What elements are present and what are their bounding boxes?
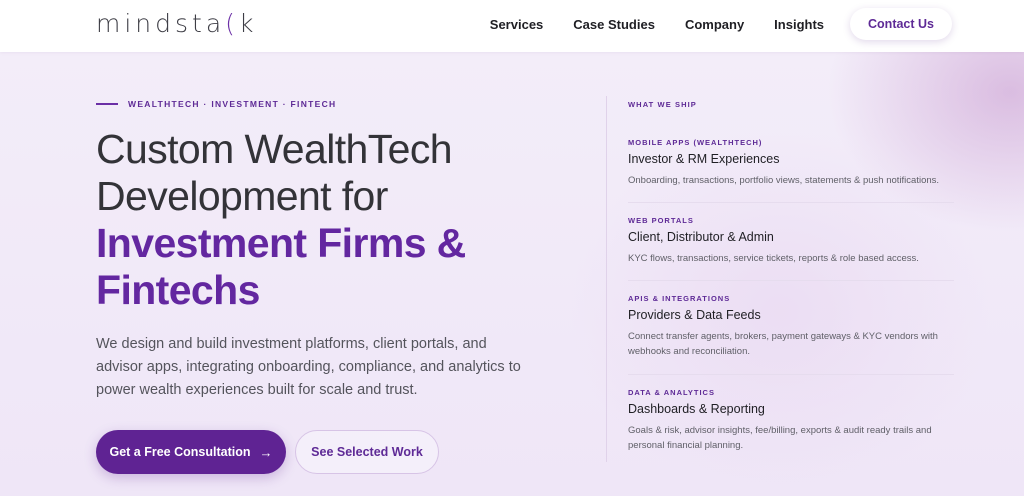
logo-mark: ( xyxy=(225,9,239,38)
arrow-right-icon: → xyxy=(259,444,273,460)
ship-item-data-analytics: DATA & ANALYTICS Dashboards & Reporting … xyxy=(628,388,958,453)
ship-separator xyxy=(628,202,954,203)
ship-description: Connect transfer agents, brokers, paymen… xyxy=(628,331,938,357)
ship-separator xyxy=(628,280,954,281)
what-we-ship-title: WHAT WE SHIP xyxy=(628,100,697,109)
hero-eyebrow: WEALTHTECH · INVESTMENT · FINTECH xyxy=(96,99,336,109)
nav-case-studies[interactable]: Case Studies xyxy=(573,17,655,32)
ship-category: APIS & INTEGRATIONS xyxy=(628,294,731,303)
logo[interactable]: mindsta(k xyxy=(96,9,257,39)
ship-item-web-portals: WEB PORTALS Client, Distributor & Admin … xyxy=(628,216,958,266)
logo-text: mindsta xyxy=(96,9,226,38)
nav-services[interactable]: Services xyxy=(490,17,544,32)
selected-work-button[interactable]: See Selected Work xyxy=(295,430,439,474)
nav-company[interactable]: Company xyxy=(685,17,744,32)
eyebrow-line xyxy=(96,103,118,105)
headline-accent-2: Fintechs xyxy=(96,267,260,313)
eyebrow-text: WEALTHTECH · INVESTMENT · FINTECH xyxy=(128,99,337,109)
free-consultation-label: Get a Free Consultation xyxy=(109,445,251,459)
ship-separator xyxy=(628,374,954,375)
ship-heading: Investor & RM Experiences xyxy=(628,152,780,166)
site-header: mindsta(k Services Case Studies Company … xyxy=(0,0,1024,52)
headline-line-2: Development for xyxy=(96,173,388,219)
ship-heading: Dashboards & Reporting xyxy=(628,402,765,416)
ship-category: MOBILE APPS (WEALTHTECH) xyxy=(628,138,763,147)
ship-heading: Providers & Data Feeds xyxy=(628,308,761,322)
logo-text-end: k xyxy=(238,9,258,38)
column-divider xyxy=(606,96,607,462)
ship-description: KYC flows, transactions, service tickets… xyxy=(628,253,919,264)
ship-description: Goals & risk, advisor insights, fee/bill… xyxy=(628,425,932,451)
ship-category: DATA & ANALYTICS xyxy=(628,388,715,397)
headline-line-1: Custom WealthTech xyxy=(96,126,453,172)
nav-insights[interactable]: Insights xyxy=(774,17,824,32)
ship-heading: Client, Distributor & Admin xyxy=(628,230,774,244)
hero-headline: Custom WealthTech Development for Invest… xyxy=(96,126,536,314)
free-consultation-button[interactable]: Get a Free Consultation → xyxy=(96,430,286,474)
ship-item-apis: APIS & INTEGRATIONS Providers & Data Fee… xyxy=(628,294,958,359)
main-nav: Services Case Studies Company Insights C… xyxy=(490,8,952,40)
headline-accent-1: Investment Firms & xyxy=(96,220,466,266)
ship-category: WEB PORTALS xyxy=(628,216,694,225)
contact-us-button[interactable]: Contact Us xyxy=(850,8,952,40)
ship-item-mobile-apps: MOBILE APPS (WEALTHTECH) Investor & RM E… xyxy=(628,138,958,188)
ship-description: Onboarding, transactions, portfolio view… xyxy=(628,175,940,186)
hero-description: We design and build investment platforms… xyxy=(96,336,521,398)
